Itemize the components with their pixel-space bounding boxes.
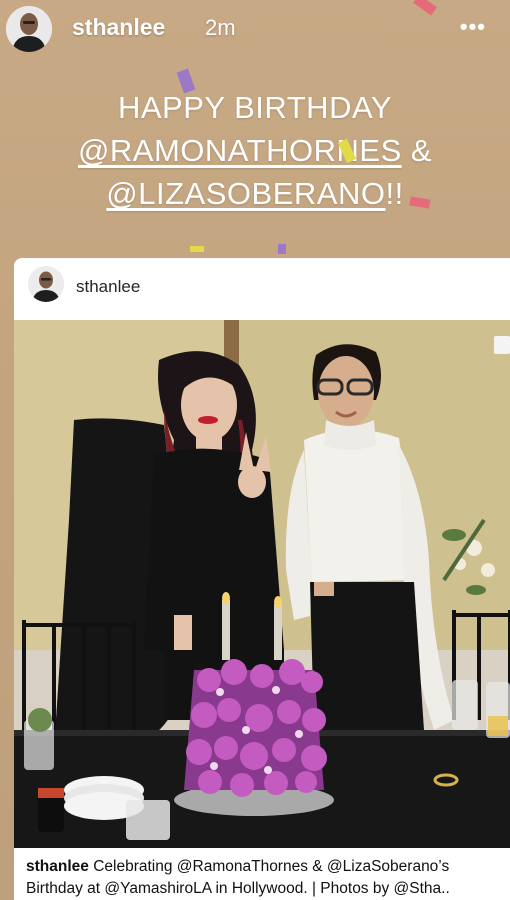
confetti-decoration (176, 0, 437, 254)
caption-username[interactable]: sthanlee (26, 858, 89, 875)
post-caption: sthanlee Celebrating @RamonaThornes & @L… (26, 856, 506, 900)
post-avatar[interactable] (28, 266, 64, 302)
caption-line-1: sthanlee Celebrating @RamonaThornes & @L… (26, 856, 506, 878)
caption-line-2: Birthday at @YamashiroLA in Hollywood. |… (26, 880, 450, 897)
shared-post-card[interactable]: sthanlee sthanlee Celebrating @RamonaTho… (14, 258, 510, 900)
caption-text-1: Celebrating @RamonaThornes & @LizaSobera… (93, 858, 450, 875)
post-header: sthanlee (14, 258, 510, 320)
post-username[interactable]: sthanlee (76, 277, 140, 297)
post-photo[interactable] (14, 320, 510, 848)
